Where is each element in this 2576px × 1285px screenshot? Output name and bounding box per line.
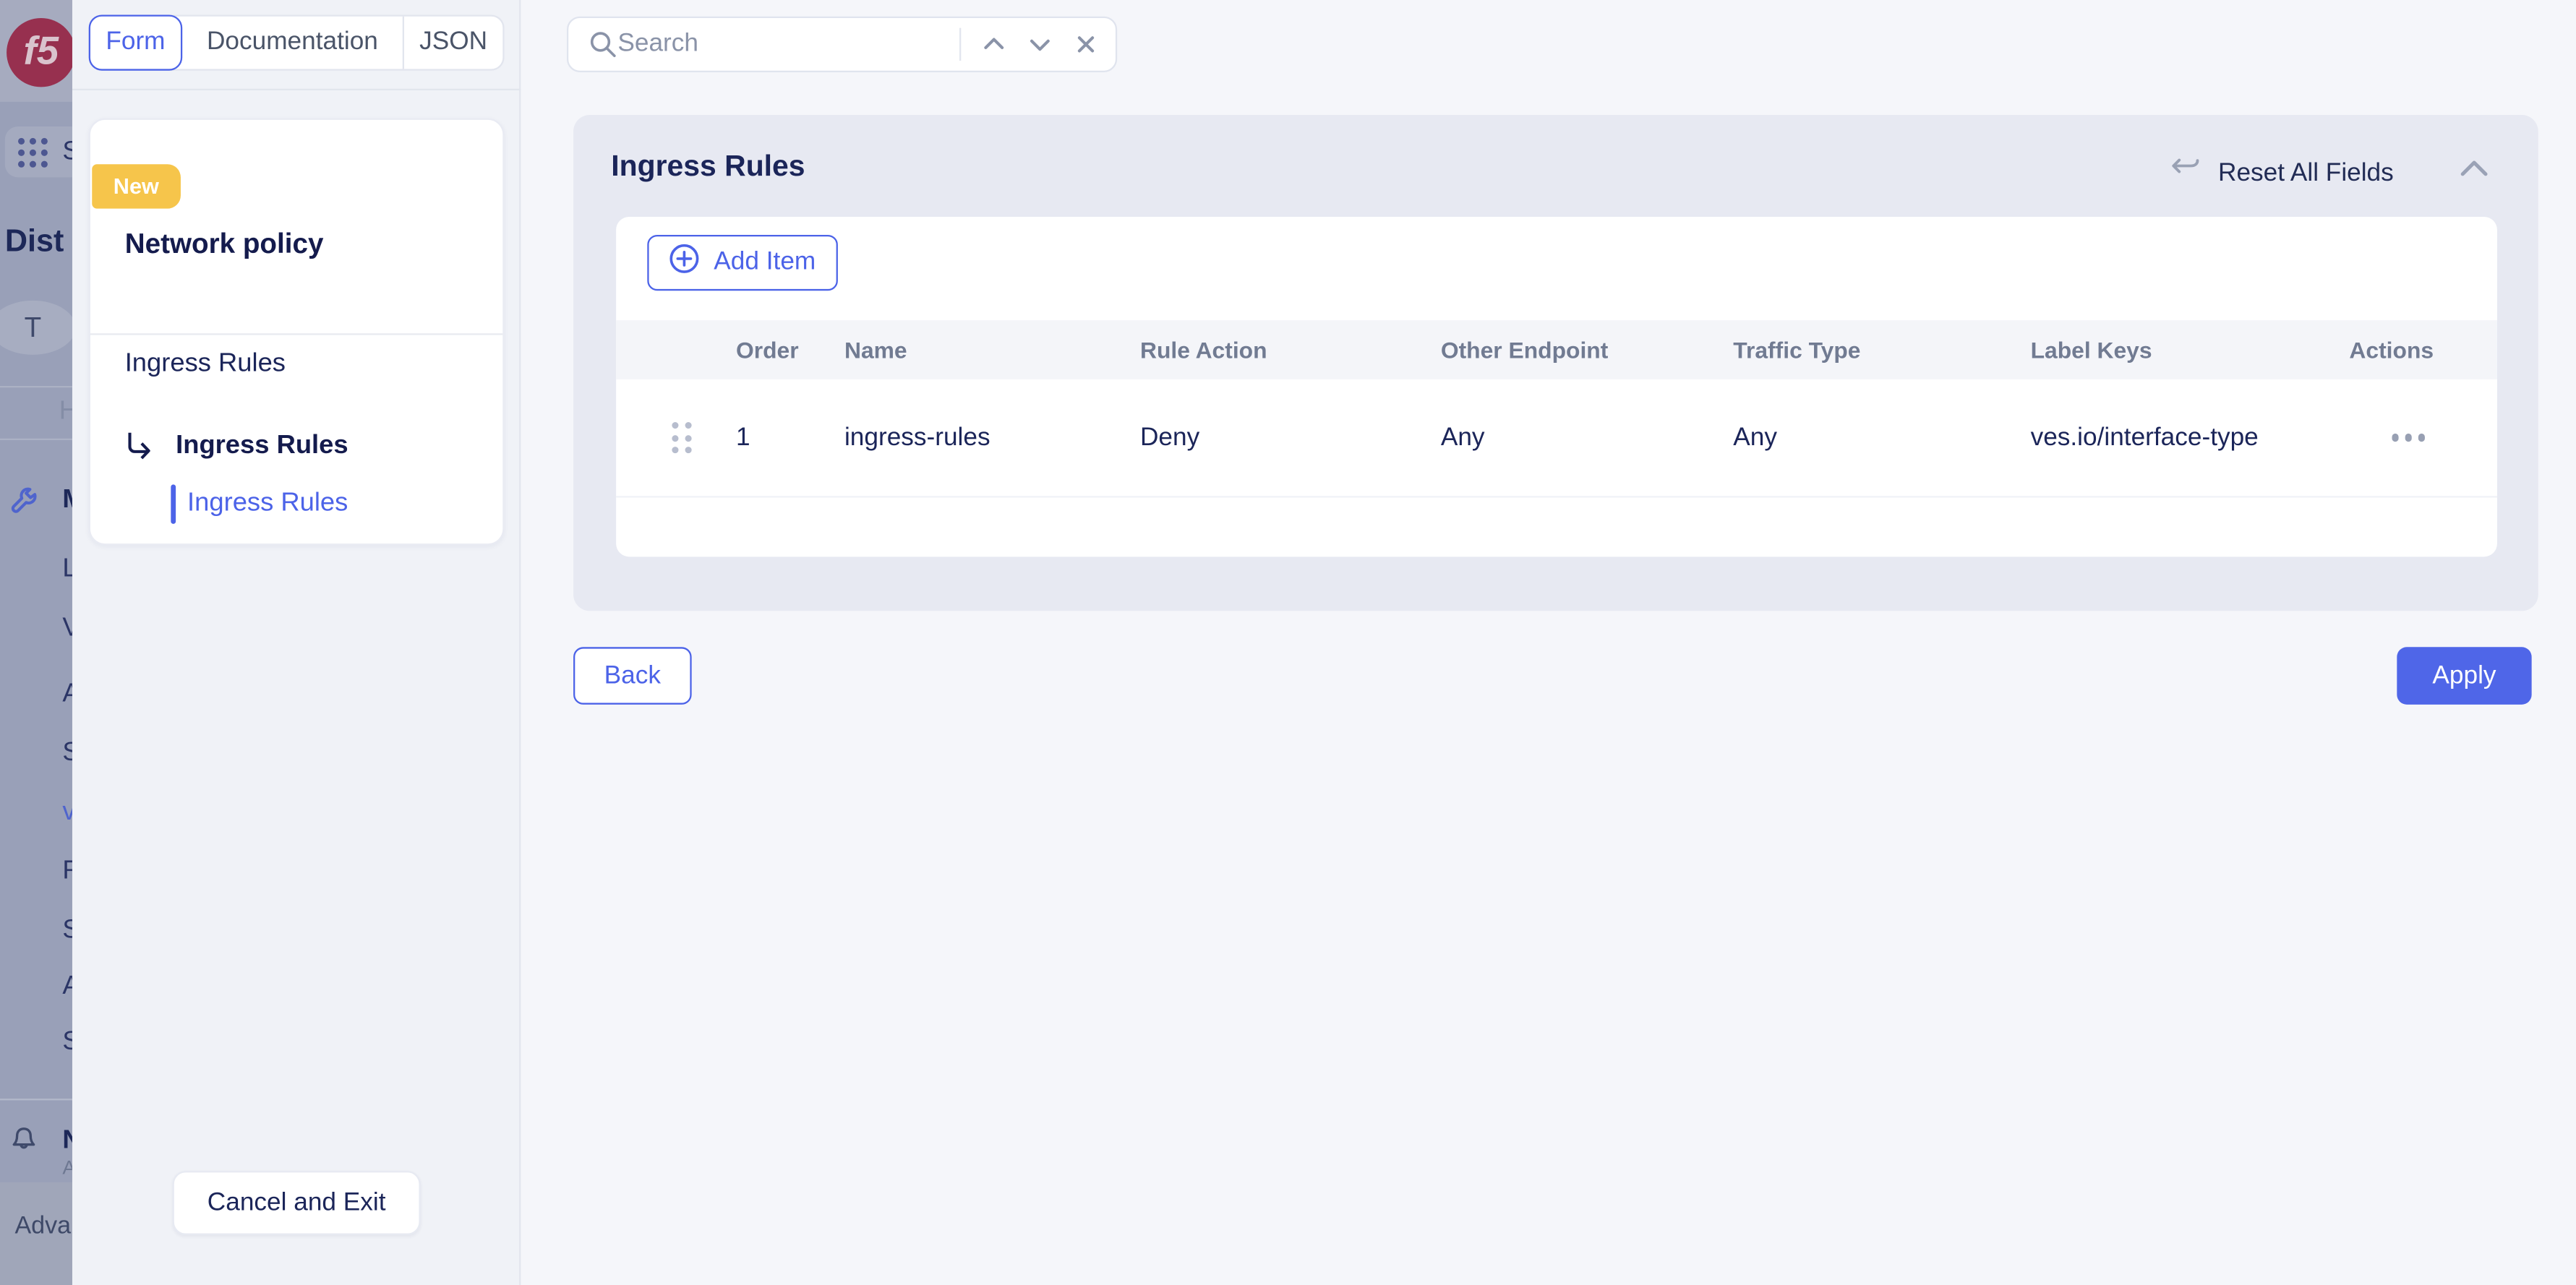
tab-json[interactable]: JSON [403, 17, 503, 69]
breadcrumb-band: H [0, 386, 72, 440]
search-next-icon[interactable] [1017, 22, 1064, 68]
ingress-rules-panel: Ingress Rules Reset All Fields Add Item … [573, 115, 2538, 611]
undo-icon [2170, 155, 2203, 192]
search-divider [959, 28, 961, 61]
service-heading: Dist [5, 225, 64, 261]
dimmed-app-sidebar: f5 S Dist T H M L V A S v R S A S N [0, 0, 72, 1285]
new-badge: New [92, 164, 180, 208]
search-prev-icon[interactable] [971, 22, 1017, 68]
reset-all-fields-button[interactable]: Reset All Fields [2170, 155, 2394, 192]
sidebar-item-6[interactable]: S [0, 913, 72, 949]
sidebar-item-5[interactable]: R [0, 854, 72, 890]
panel-title: Ingress Rules [611, 150, 805, 184]
bell-icon [8, 1125, 40, 1158]
app-viewport: f5 S Dist T H M L V A S v R S A S N [0, 0, 2576, 1285]
sidebar-item-3[interactable]: S [0, 736, 72, 772]
tab-documentation[interactable]: Documentation [182, 17, 402, 69]
apply-button[interactable]: Apply [2397, 647, 2531, 705]
table-header-row: Order Name Rule Action Other Endpoint Tr… [616, 320, 2497, 379]
tree-child-ingress-rules[interactable]: Ingress Rules [176, 432, 348, 462]
search-input[interactable] [617, 30, 949, 59]
wrench-icon [8, 484, 40, 517]
cell-order: 1 [736, 423, 844, 452]
f5-logo-text: f5 [24, 30, 59, 76]
sidebar-item-manage[interactable]: M [0, 483, 72, 519]
table-row: 1 ingress-rules Deny Any Any ves.io/inte… [616, 379, 2497, 498]
tree-section-ingress-rules[interactable]: Ingress Rules [125, 350, 286, 379]
sidebar-item-1[interactable]: V [0, 611, 72, 647]
header-name: Name [844, 337, 1140, 363]
header-rule-action: Rule Action [1140, 337, 1441, 363]
service-switcher-button[interactable]: S [5, 126, 72, 177]
cell-traffic-type: Any [1733, 423, 2030, 452]
sidebar-item-notifications[interactable]: N [0, 1123, 72, 1159]
row-actions-menu-icon[interactable] [2349, 434, 2497, 441]
tab-form[interactable]: Form [89, 14, 183, 70]
collapse-chevron-icon[interactable] [2457, 158, 2490, 181]
form-nav-card: New Network policy Ingress Rules Ingress… [89, 119, 505, 546]
service-initial: S [62, 137, 72, 167]
header-actions: Actions [2349, 337, 2497, 363]
view-mode-tabs: Form Documentation JSON [89, 14, 505, 70]
active-item-indicator [171, 484, 176, 524]
back-button[interactable]: Back [573, 647, 692, 705]
header-label-keys: Label Keys [2031, 337, 2350, 363]
cell-label-keys: ves.io/interface-type [2031, 423, 2350, 452]
sidebar-item-2[interactable]: A [0, 676, 72, 713]
header-traffic-type: Traffic Type [1733, 337, 2030, 363]
cell-name: ingress-rules [844, 423, 1140, 452]
namespace-initial: T [25, 311, 42, 344]
advanced-nav-band[interactable]: Advan [0, 1182, 72, 1285]
tree-branch-arrow-icon [123, 429, 155, 461]
namespace-selector[interactable]: T [0, 301, 72, 355]
rules-table-card: Add Item Order Name Rule Action Other En… [616, 217, 2497, 556]
f5-logo: f5 [7, 18, 72, 87]
cell-rule-action: Deny [1140, 423, 1441, 452]
apps-grid-icon [18, 137, 48, 167]
cell-other-endpoint: Any [1441, 423, 1733, 452]
search-close-icon[interactable] [1063, 22, 1109, 68]
search-icon [568, 30, 617, 59]
header-other-endpoint: Other Endpoint [1441, 337, 1733, 363]
sidebar-item-7[interactable]: A [0, 969, 72, 1005]
header-order: Order [736, 337, 844, 363]
panel-divider [72, 89, 521, 90]
cancel-and-exit-button[interactable]: Cancel and Exit [173, 1171, 421, 1235]
card-divider [90, 333, 502, 335]
breadcrumb-initial: H [59, 397, 72, 427]
plus-circle-icon [669, 243, 701, 283]
notifications-subtext: A [62, 1156, 72, 1179]
sidebar-item-8[interactable]: S [0, 1025, 72, 1061]
form-title: Network policy [125, 228, 324, 261]
form-side-panel: Form Documentation JSON New Network poli… [72, 0, 521, 1285]
sidebar-item-0[interactable]: L [0, 551, 72, 588]
drag-handle-icon[interactable] [672, 422, 736, 453]
sidebar-item-4-active[interactable]: v [0, 795, 72, 831]
search-bar [567, 17, 1117, 72]
tree-grandchild-ingress-rules-active[interactable]: Ingress Rules [187, 489, 348, 519]
add-item-button[interactable]: Add Item [647, 235, 838, 291]
